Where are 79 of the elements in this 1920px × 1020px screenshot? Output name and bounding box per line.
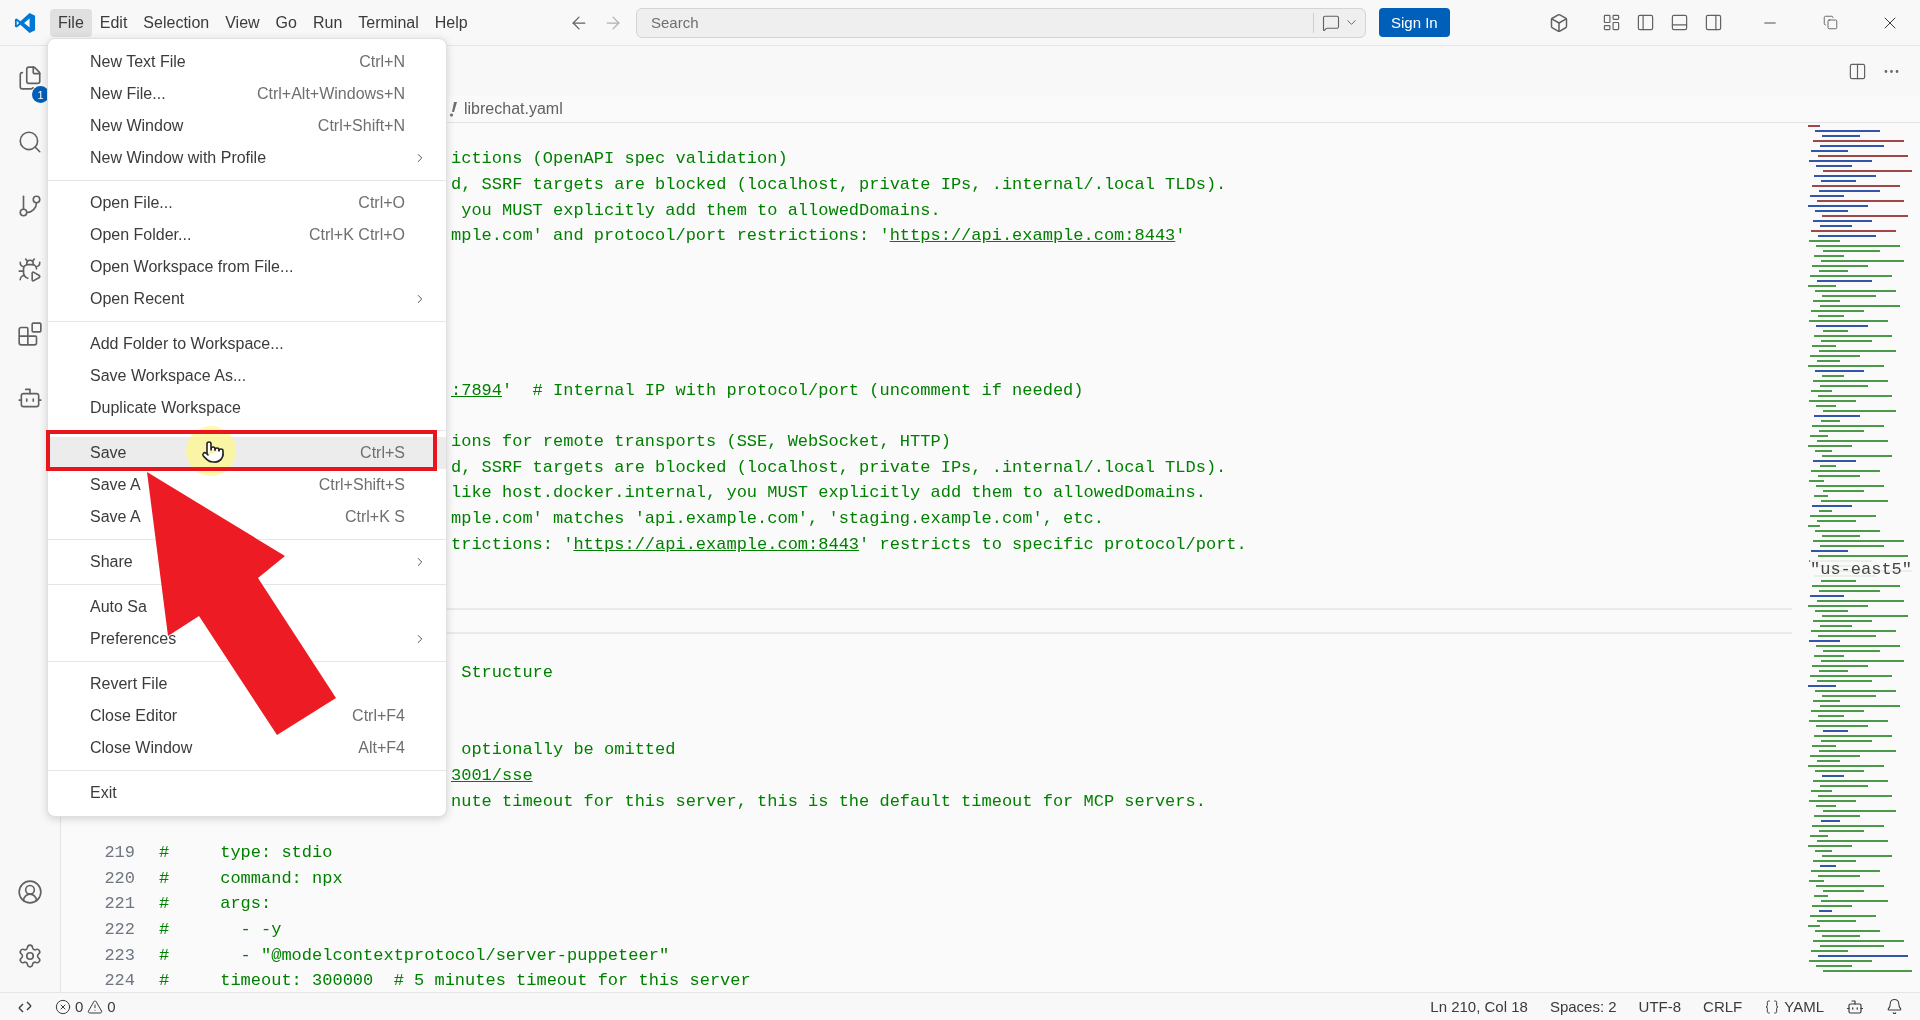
error-icon <box>55 998 71 1015</box>
line-number: 221 <box>103 894 136 914</box>
sign-in-button[interactable]: Sign In <box>1379 8 1450 37</box>
code-line: mple.com' matches 'api.example.com', 'staging.example.com', etc. <box>451 508 1104 528</box>
code-line: :7894' # Internal IP with protocol/port (uncomment if needed) <box>451 380 1084 400</box>
link[interactable]: https://api.example.com:8443 <box>573 534 860 554</box>
line-number: 224 <box>103 971 136 991</box>
code-line: trictions: 'https://api.example.com:8443' restricts to specific protocol/port. <box>451 534 1247 554</box>
exclamation-icon <box>449 101 457 117</box>
language-status[interactable]: YAML <box>1753 998 1835 1015</box>
menu-item[interactable]: Auto Sa <box>48 591 446 623</box>
error-count: 0 <box>75 998 84 1015</box>
code-line: # command: npx <box>159 868 343 888</box>
code-line: ions for remote transports (SSE, WebSocket, HTTP) <box>451 431 951 451</box>
problems-status[interactable]: 0 0 <box>44 998 127 1015</box>
menu-item[interactable]: Close Editor Ctrl+F4 <box>48 700 446 732</box>
menu-item[interactable]: Save Workspace As... <box>48 360 446 392</box>
line-number: 223 <box>103 945 136 965</box>
code-line: optionally be omitted <box>460 740 676 760</box>
line-number: 222 <box>103 919 136 939</box>
explorer-icon[interactable] <box>17 65 43 91</box>
code-line: # - "@modelcontextprotocol/server-puppeteer" <box>159 945 670 965</box>
menu-bar-item[interactable]: File <box>50 8 92 37</box>
menu-item[interactable]: New Text File Ctrl+N <box>48 46 446 78</box>
braces-icon <box>1764 998 1781 1015</box>
menu-item[interactable]: Revert File <box>48 668 446 700</box>
code-line: you MUST explicitly add them to allowedDomains. <box>460 200 941 220</box>
menu-bar-item[interactable]: Run <box>304 8 351 37</box>
menu-bar-item[interactable]: Go <box>267 8 305 37</box>
link[interactable]: 3001/sse <box>451 765 533 785</box>
menu-item[interactable]: Save A Ctrl+K S <box>48 501 446 533</box>
menu-item[interactable]: Add Folder to Workspace... <box>48 328 446 360</box>
menu-item[interactable]: Preferences <box>48 623 446 655</box>
code-line: like host.docker.internal, you MUST explicitly add them to allowedDomains. <box>451 483 1206 503</box>
code-line: # timeout: 300000 # 5 minutes timeout for this server <box>159 971 751 991</box>
code-line: mple.com' and protocol/port restrictions: 'https://api.example.com:8443' <box>451 226 1186 246</box>
warning-icon <box>87 998 104 1015</box>
indentation-status[interactable]: Spaces: 2 <box>1538 998 1628 1015</box>
code-line: # args: <box>159 894 272 914</box>
menu-item[interactable]: Open File... Ctrl+O <box>48 187 446 219</box>
minimap-section-label: "us-east5" <box>1810 560 1913 579</box>
restore-icon[interactable] <box>1822 15 1838 30</box>
menu-item[interactable]: Close Window Alt+F4 <box>48 732 446 764</box>
code-line: # type: stdio <box>159 842 333 862</box>
search-box[interactable]: Search <box>636 7 1366 38</box>
menu-item[interactable]: Share <box>48 546 446 578</box>
menu-item[interactable]: New File... Ctrl+Alt+Windows+N <box>48 78 446 110</box>
search-field[interactable]: Search <box>649 13 1307 32</box>
app-logo <box>14 11 36 34</box>
menu-item[interactable]: Exit <box>48 777 446 809</box>
line-ending-status[interactable]: CRLF <box>1692 998 1754 1015</box>
menu-item[interactable]: Open Folder... Ctrl+K Ctrl+O <box>48 219 446 251</box>
line-number: 219 <box>103 842 136 862</box>
link[interactable]: :7894 <box>451 380 502 400</box>
language-name: YAML <box>1784 998 1824 1015</box>
breadcrumb-file[interactable]: librechat.yaml <box>464 100 563 118</box>
link[interactable]: https://api.example.com:8443 <box>889 226 1176 246</box>
menu-bar-item[interactable]: Edit <box>91 8 136 37</box>
menu-item[interactable]: New Window with Profile <box>48 142 446 174</box>
cursor-position[interactable]: Ln 210, Col 18 <box>1419 998 1539 1015</box>
warning-count: 0 <box>107 998 116 1015</box>
code-line: ictions (OpenAPI spec validation) <box>451 149 788 169</box>
menu-bar-item[interactable]: Terminal <box>350 8 427 37</box>
code-line: nute timeout for this server, this is the default timeout for MCP servers. <box>451 791 1206 811</box>
menu-item[interactable]: Save A Ctrl+Shift+S <box>48 469 446 501</box>
encoding-status[interactable]: UTF-8 <box>1627 998 1693 1015</box>
menu-item[interactable]: Open Workspace from File... <box>48 251 446 283</box>
code-line: Structure <box>460 663 554 683</box>
menu-bar-item[interactable]: Selection <box>135 8 218 37</box>
line-number: 220 <box>103 868 136 888</box>
menu-bar-item[interactable]: Help <box>426 8 476 37</box>
menu-bar-item[interactable]: View <box>217 8 268 37</box>
code-line: d, SSRF targets are blocked (localhost, private IPs, .internal/.local TLDs). <box>451 175 1227 195</box>
menu-item[interactable]: New Window Ctrl+Shift+N <box>48 110 446 142</box>
code-line: # - -y <box>159 919 282 939</box>
hand-cursor-icon <box>201 440 225 464</box>
menu-item[interactable]: Open Recent <box>48 283 446 315</box>
code-line: d, SSRF targets are blocked (localhost, private IPs, .internal/.local TLDs). <box>451 457 1227 477</box>
menu-item[interactable]: Duplicate Workspace <box>48 392 446 424</box>
